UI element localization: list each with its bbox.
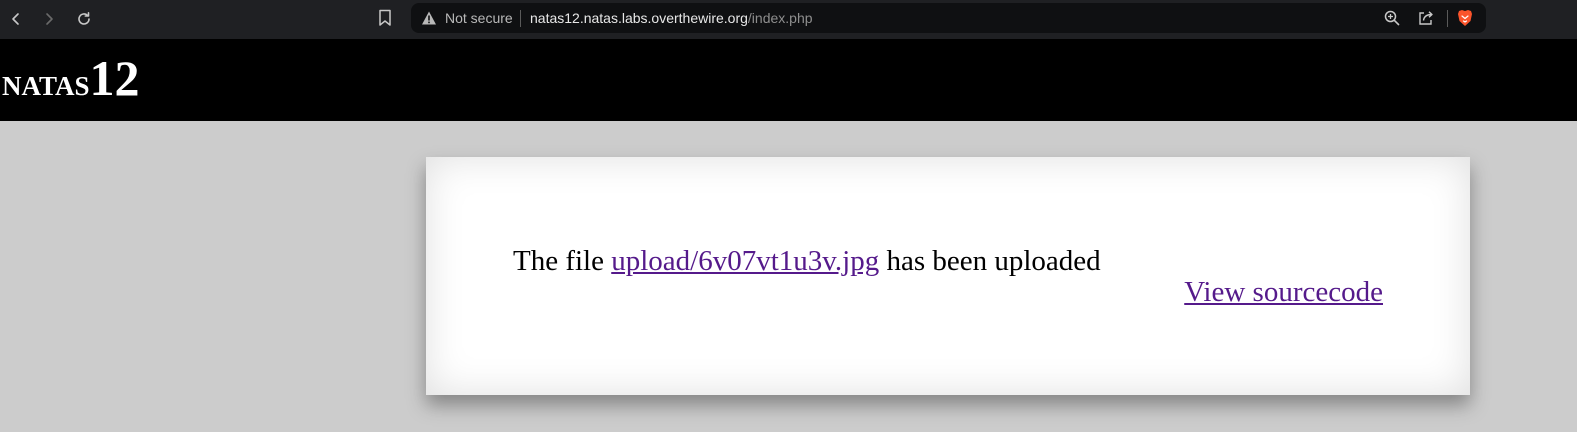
warning-icon[interactable] (421, 10, 437, 26)
chevron-right-icon (46, 13, 53, 25)
address-divider (520, 10, 521, 27)
security-label[interactable]: Not secure (445, 10, 513, 26)
share-icon (1419, 11, 1433, 25)
bookmark-icon (379, 9, 391, 26)
uploaded-file-link[interactable]: upload/6v07vt1u3v.jpg (611, 245, 879, 277)
share-button[interactable] (1417, 9, 1435, 27)
site-logo: natas12 (2, 53, 140, 103)
url-host: natas12.natas.labs.overthewire.org (530, 10, 748, 26)
logo-number: 12 (89, 50, 140, 106)
zoom-button[interactable] (1383, 9, 1401, 27)
url-text[interactable]: natas12.natas.labs.overthewire.org/index… (530, 10, 813, 26)
reload-icon (78, 12, 90, 25)
brave-shields-button[interactable] (1456, 9, 1474, 27)
site-header: natas12 (0, 39, 1577, 121)
content-panel: The file upload/6v07vt1u3v.jpg has been … (426, 157, 1470, 395)
message-suffix: has been uploaded (879, 245, 1101, 277)
url-path: /index.php (747, 10, 813, 26)
reload-button[interactable] (73, 8, 95, 30)
zoom-icon (1384, 10, 1400, 26)
upload-message: The file upload/6v07vt1u3v.jpg has been … (513, 245, 1101, 278)
chevron-left-icon (12, 13, 19, 25)
message-prefix: The file (513, 245, 612, 277)
address-bar[interactable]: Not secure natas12.natas.labs.overthewir… (411, 3, 1486, 33)
view-sourcecode-link[interactable]: View sourcecode (1184, 276, 1383, 309)
bookmark-button[interactable] (378, 9, 396, 29)
brave-lion-icon (1458, 10, 1472, 26)
forward-button[interactable] (38, 8, 60, 30)
browser-toolbar: Not secure natas12.natas.labs.overthewir… (0, 0, 1577, 39)
toolbar-divider (1447, 10, 1448, 27)
back-button[interactable] (5, 8, 27, 30)
logo-word: natas (2, 62, 90, 104)
